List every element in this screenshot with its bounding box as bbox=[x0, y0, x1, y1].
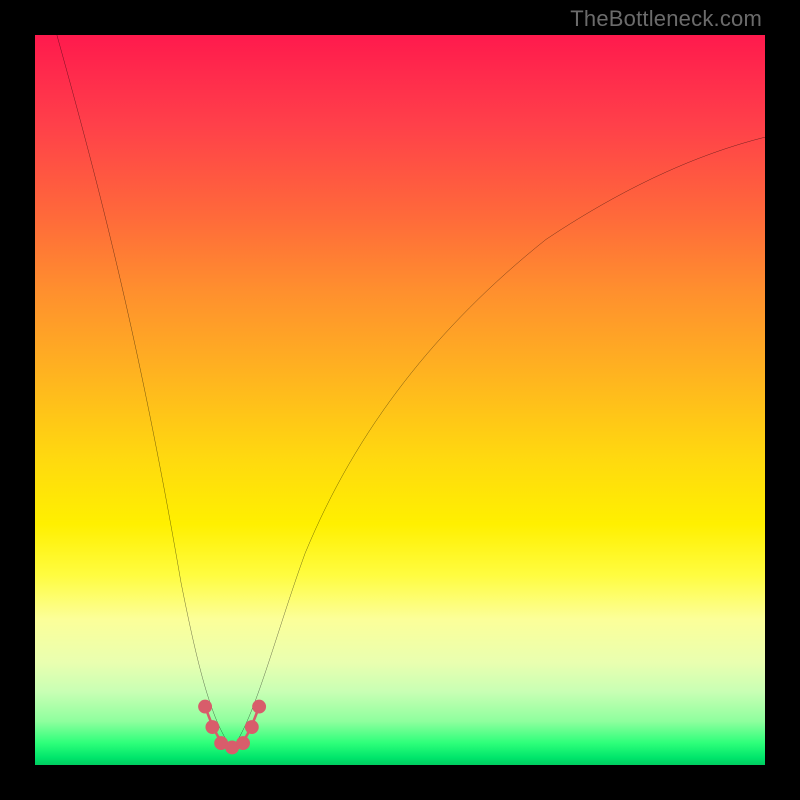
highlight-dot bbox=[205, 720, 219, 734]
bottleneck-curve bbox=[57, 35, 765, 748]
highlight-dot bbox=[198, 700, 212, 714]
highlight-dot bbox=[252, 700, 266, 714]
chart-container: TheBottleneck.com bbox=[0, 0, 800, 800]
highlight-dot bbox=[214, 736, 228, 750]
curve-svg bbox=[35, 35, 765, 765]
highlight-dot bbox=[225, 741, 239, 755]
watermark-text: TheBottleneck.com bbox=[570, 6, 762, 32]
highlight-dot bbox=[236, 736, 250, 750]
plot-area bbox=[35, 35, 765, 765]
highlight-dot bbox=[245, 720, 259, 734]
highlight-segment bbox=[205, 707, 259, 748]
